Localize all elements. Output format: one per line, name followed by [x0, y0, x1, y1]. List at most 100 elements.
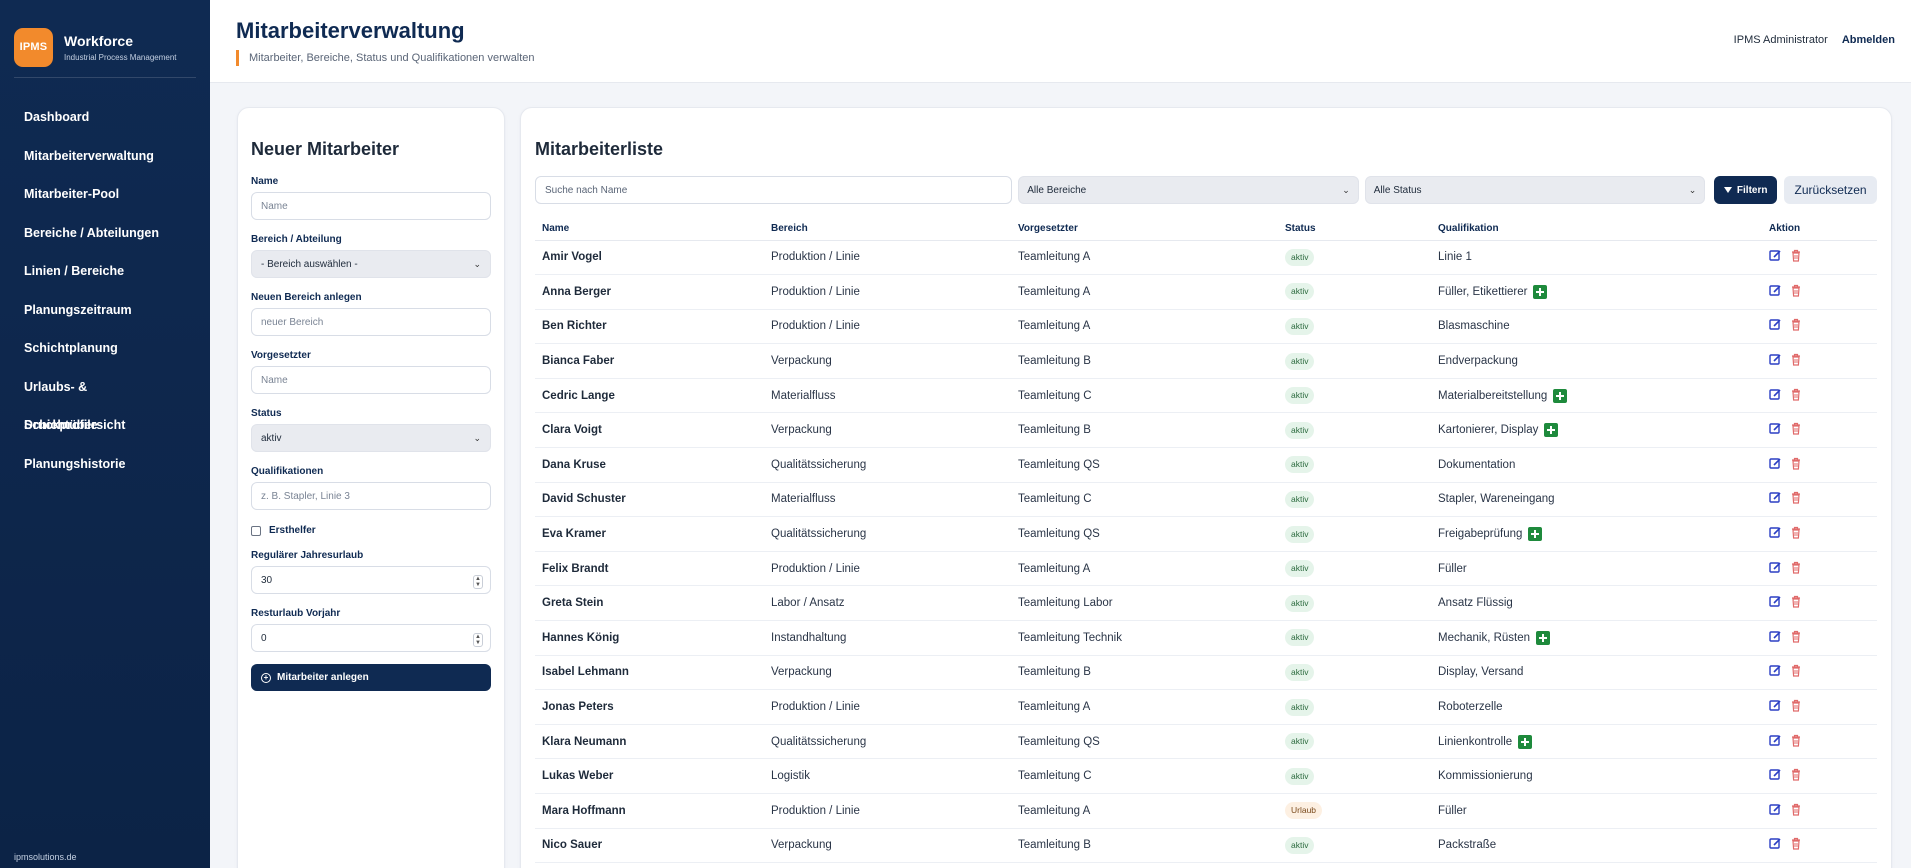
trash-icon[interactable]	[1790, 699, 1802, 715]
employee-name: Jonas Peters	[535, 689, 764, 725]
trash-icon[interactable]	[1790, 491, 1802, 507]
filter-button[interactable]: Filtern	[1714, 176, 1778, 204]
sidebar-item-schichtplanung[interactable]: Schichtplanung	[0, 329, 210, 368]
sidebar-item-planungszeitraum[interactable]: Planungszeitraum	[0, 291, 210, 330]
search-input[interactable]	[535, 176, 1013, 204]
reset-button[interactable]: Zurücksetzen	[1784, 176, 1877, 204]
employee-name: Dana Kruse	[535, 447, 764, 483]
bereich-filter-value: Alle Bereiche	[1027, 184, 1087, 196]
edit-icon[interactable]	[1769, 249, 1782, 265]
trash-icon[interactable]	[1790, 837, 1802, 853]
edit-icon[interactable]	[1769, 388, 1782, 404]
edit-icon[interactable]	[1769, 803, 1782, 819]
trash-icon[interactable]	[1790, 284, 1802, 300]
jahresurlaub-input[interactable]	[251, 566, 491, 594]
edit-icon[interactable]	[1769, 595, 1782, 611]
employee-qualifikation: Ansatz Flüssig	[1438, 597, 1513, 610]
employee-name: Felix Brandt	[535, 551, 764, 587]
vorgesetzter-input[interactable]	[251, 366, 491, 394]
trash-icon[interactable]	[1790, 664, 1802, 680]
bereich-select[interactable]: - Bereich auswählen - ⌄	[251, 250, 491, 278]
trash-icon[interactable]	[1790, 388, 1802, 404]
edit-icon[interactable]	[1769, 630, 1782, 646]
edit-icon[interactable]	[1769, 284, 1782, 300]
name-input[interactable]	[251, 192, 491, 220]
trash-icon[interactable]	[1790, 526, 1802, 542]
create-employee-button[interactable]: + Mitarbeiter anlegen	[251, 664, 491, 691]
new-bereich-input[interactable]	[251, 308, 491, 336]
bereich-filter-select[interactable]: Alle Bereiche ⌄	[1018, 176, 1359, 204]
employee-qualifikation: Füller	[1438, 804, 1467, 817]
trash-icon[interactable]	[1790, 422, 1802, 438]
qualifikationen-input[interactable]	[251, 482, 491, 510]
sidebar-item-mitarbeiter-pool[interactable]: Mitarbeiter-Pool	[0, 175, 210, 214]
number-stepper-icon[interactable]: ▲ ▼	[473, 633, 483, 647]
employee-actions	[1762, 655, 1877, 691]
employee-qualifikation: Mechanik, Rüsten	[1438, 631, 1531, 644]
sidebar-item-planungshistorie[interactable]: Planungshistorie	[0, 445, 210, 484]
trash-icon[interactable]	[1790, 353, 1802, 369]
trash-icon[interactable]	[1790, 318, 1802, 334]
trash-icon[interactable]	[1790, 734, 1802, 750]
table-body: Amir Vogel Produktion / Linie Teamleitung …	[535, 240, 1877, 864]
logout-link[interactable]: Abmelden	[1842, 34, 1895, 46]
edit-icon[interactable]	[1769, 768, 1782, 784]
trash-icon[interactable]	[1790, 803, 1802, 819]
trash-icon[interactable]	[1790, 457, 1802, 473]
employee-actions	[1762, 551, 1877, 587]
col-header-vorgesetzter[interactable]: Vorgesetzter	[1011, 218, 1278, 241]
trash-icon[interactable]	[1790, 561, 1802, 577]
sidebar-item-mitarbeiterverwaltung[interactable]: Mitarbeiterverwaltung	[0, 137, 210, 176]
chevron-down-icon: ⌄	[1688, 184, 1697, 195]
col-header-name[interactable]: Name	[535, 218, 764, 241]
sidebar-item-dashboard[interactable]: Dashboard	[0, 98, 210, 137]
col-header-bereich[interactable]: Bereich	[764, 218, 1011, 241]
edit-icon[interactable]	[1769, 734, 1782, 750]
new-bereich-label: Neuen Bereich anlegen	[251, 292, 362, 303]
sidebar-divider	[14, 77, 196, 78]
number-stepper-icon[interactable]: ▲ ▼	[473, 575, 483, 589]
employee-bereich: Materialfluss	[764, 378, 1011, 414]
col-header-status[interactable]: Status	[1278, 218, 1431, 241]
sidebar-item-urlaubs-schichtuebersicht[interactable]: Urlaubs- & Schichtübersicht	[0, 368, 210, 433]
status-select[interactable]: aktiv ⌄	[251, 424, 491, 452]
status-filter-select[interactable]: Alle Status ⌄	[1364, 176, 1706, 204]
employee-name: Bianca Faber	[535, 343, 764, 379]
edit-icon[interactable]	[1769, 422, 1782, 438]
edit-icon[interactable]	[1769, 837, 1782, 853]
first-aid-icon	[1553, 388, 1568, 403]
sidebar-item-bereiche-abteilungen[interactable]: Bereiche / Abteilungen	[0, 214, 210, 253]
trash-icon[interactable]	[1790, 249, 1802, 265]
employee-qualifikation: Dokumentation	[1438, 458, 1516, 471]
sidebar-nav: Dashboard Mitarbeiterverwaltung Mitarbei…	[0, 98, 210, 483]
edit-icon[interactable]	[1769, 491, 1782, 507]
employee-vorgesetzter: Teamleitung Labor	[1011, 585, 1278, 622]
employee-vorgesetzter: Teamleitung A	[1011, 793, 1278, 829]
edit-icon[interactable]	[1769, 457, 1782, 473]
edit-icon[interactable]	[1769, 353, 1782, 369]
employee-name: Clara Voigt	[535, 412, 764, 449]
edit-icon[interactable]	[1769, 526, 1782, 542]
table-row: Lukas Weber Logistik Teamleitung C aktiv Kom…	[535, 758, 1877, 794]
employee-bereich: Verpackung	[764, 412, 1011, 449]
status-filter-value: Alle Status	[1373, 184, 1422, 196]
edit-icon[interactable]	[1769, 664, 1782, 680]
trash-icon[interactable]	[1790, 595, 1802, 611]
sidebar-item-linien-bereiche[interactable]: Linien / Bereiche	[0, 252, 210, 291]
ersthelfer-checkbox[interactable]	[251, 525, 261, 536]
edit-icon[interactable]	[1769, 318, 1782, 334]
first-aid-icon	[1528, 527, 1543, 542]
edit-icon[interactable]	[1769, 699, 1782, 715]
employee-status-cell: aktiv	[1278, 378, 1431, 414]
brand-logo: IPMS	[14, 27, 53, 67]
employee-vorgesetzter: Teamleitung B	[1011, 412, 1278, 449]
col-header-qualifikation[interactable]: Qualifikation	[1431, 218, 1762, 241]
employee-table: Name Bereich Vorgesetzter Status Qualifi…	[535, 218, 1877, 864]
resturlaub-input[interactable]	[251, 624, 491, 652]
table-row: Cedric Lange Materialfluss Teamleitung C ak…	[535, 378, 1877, 414]
employee-vorgesetzter: Teamleitung QS	[1011, 724, 1278, 760]
trash-icon[interactable]	[1790, 630, 1802, 646]
employee-status-cell: aktiv	[1278, 585, 1431, 622]
edit-icon[interactable]	[1769, 561, 1782, 577]
trash-icon[interactable]	[1790, 768, 1802, 784]
